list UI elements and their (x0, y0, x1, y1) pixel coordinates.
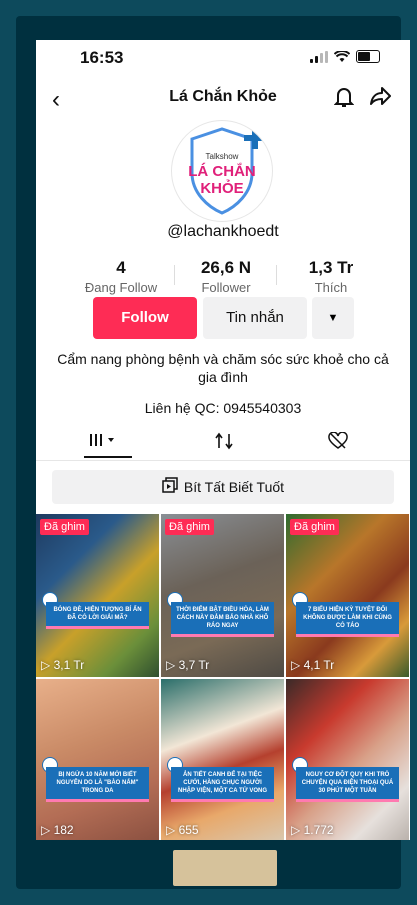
view-count: ▷ 4,1 Tr (291, 658, 335, 672)
tab-liked[interactable] (328, 431, 348, 455)
stat-label: Đang Follow (84, 280, 158, 295)
stat-label: Thích (314, 280, 348, 295)
status-time: 16:53 (80, 48, 124, 67)
stat-followers[interactable]: 26,6 N Follower (181, 258, 271, 295)
stat-following[interactable]: 4 Đang Follow (76, 258, 166, 295)
pinned-badge: Đã ghim (40, 519, 89, 535)
top-nav: ‹ Lá Chắn Khỏe (36, 80, 410, 120)
video-caption: BÓNG ĐÈ, HIỆN TƯỢNG BÍ ẨN ĐÃ CÓ LỜI GIẢI… (46, 602, 149, 629)
playlist-button[interactable]: Bít Tất Biết Tuốt (52, 470, 394, 504)
tab-reposts[interactable] (214, 432, 234, 455)
view-count: ▷ 3,7 Tr (166, 658, 210, 672)
video-caption: THỜI ĐIỂM BẬT ĐIỀU HÒA, LÀM CÁCH NÀY ĐẢM… (171, 602, 274, 637)
view-count: ▷ 655 (166, 823, 199, 837)
video-thumbnail[interactable]: BỊ NGỨA 10 NĂM MỚI BIẾT NGUYÊN DO LÀ "BÀ… (36, 679, 159, 840)
video-thumbnail[interactable]: NGUY CƠ ĐỘT QUỴ KHI TRÒ CHUYỆN QUA ĐIỆN … (286, 679, 409, 840)
avatar[interactable]: Talkshow LÁ CHẮN KHỎE (171, 120, 273, 222)
brand-logo: Talkshow LÁ CHẮN KHỎE (188, 127, 266, 215)
view-count: ▷ 182 (41, 823, 74, 837)
pinned-badge: Đã ghim (165, 519, 214, 535)
stat-label: Follower (201, 280, 251, 295)
stat-value: 26,6 N (200, 258, 252, 277)
logo-line-2: LÁ CHẮN (188, 162, 256, 180)
caret-down-icon: ▼ (327, 312, 339, 324)
battery-icon (356, 50, 380, 63)
video-caption: BỊ NGỨA 10 NĂM MỚI BIẾT NGUYÊN DO LÀ "BÀ… (46, 767, 149, 802)
view-count: ▷ 3,1 Tr (41, 658, 85, 672)
video-grid: Đã ghim BÓNG ĐÈ, HIỆN TƯỢNG BÍ ẨN ĐÃ CÓ … (36, 514, 410, 840)
video-caption: NGUY CƠ ĐỘT QUỴ KHI TRÒ CHUYỆN QUA ĐIỆN … (296, 767, 399, 802)
grid-icon (90, 434, 114, 446)
signal-icon (310, 50, 328, 63)
message-button[interactable]: Tin nhắn (203, 297, 307, 339)
share-icon[interactable] (370, 86, 392, 112)
phone-screen: 16:53 ‹ Lá Chắn Khỏe Talkshow LÁ CHẮN KH… (36, 40, 410, 840)
pinned-badge: Đã ghim (290, 519, 339, 535)
stat-value: 1,3 Tr (308, 258, 354, 277)
profile-bio: Cẩm nang phòng bệnh và chăm sóc sức khoẻ… (57, 351, 389, 385)
status-icons (310, 50, 380, 63)
logo-line-1: Talkshow (206, 152, 239, 161)
bell-icon[interactable] (333, 86, 355, 114)
stat-divider (276, 265, 277, 285)
hidden-heart-icon (328, 431, 348, 449)
video-thumbnail[interactable]: Đã ghim BÓNG ĐÈ, HIỆN TƯỢNG BÍ ẨN ĐÃ CÓ … (36, 514, 159, 677)
repost-icon (215, 432, 233, 450)
username: @lachankhoedt (167, 223, 279, 240)
active-tab-indicator (84, 456, 132, 458)
suggested-accounts-button[interactable]: ▼ (312, 297, 354, 339)
status-bar: 16:53 (36, 40, 410, 84)
playlist-icon (162, 471, 178, 505)
profile-contact: Liên hệ QC: 0945540303 (144, 400, 302, 416)
playlist-label: Bít Tất Biết Tuốt (183, 479, 285, 495)
tab-videos[interactable] (88, 432, 122, 453)
tabs-divider (36, 460, 410, 461)
video-thumbnail[interactable]: ẢN TIẾT CANH ĐỂ TẠI TIỆC CƯỚI, HÀNG CHỤC… (161, 679, 284, 840)
profile-stats: 4 Đang Follow 26,6 N Follower 1,3 Tr Thí… (76, 258, 376, 295)
logo-line-3: KHỎE (200, 179, 243, 197)
profile-tabs (36, 428, 410, 458)
video-caption: ẢN TIẾT CANH ĐỂ TẠI TIỆC CƯỚI, HÀNG CHỤC… (171, 767, 274, 802)
follow-button[interactable]: Follow (93, 297, 197, 339)
video-thumbnail[interactable]: Đã ghim THỜI ĐIỂM BẬT ĐIỀU HÒA, LÀM CÁCH… (161, 514, 284, 677)
video-thumbnail[interactable]: Đã ghim 7 BIỂU HIỆN KỲ TUYỆT ĐỐI KHÔNG Đ… (286, 514, 409, 677)
view-count: ▷ 1.772 (291, 823, 334, 837)
home-button[interactable] (173, 850, 277, 886)
stat-likes[interactable]: 1,3 Tr Thích (286, 258, 376, 295)
wifi-icon (334, 50, 350, 62)
video-caption: 7 BIỂU HIỆN KỲ TUYỆT ĐỐI KHÔNG ĐƯỢC LÀM … (296, 602, 399, 637)
stat-value: 4 (116, 258, 126, 277)
stat-divider (174, 265, 175, 285)
